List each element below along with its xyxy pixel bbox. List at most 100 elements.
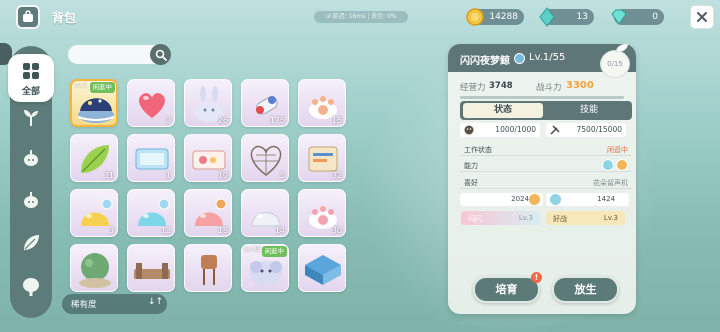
like-label: 喜好	[464, 179, 478, 187]
inventory-item-yellow-slime[interactable]: 3	[70, 189, 118, 237]
fire-icon	[529, 194, 540, 205]
leaf-decoration-icon	[615, 43, 629, 53]
inventory-item-clear-slime[interactable]: 14	[241, 189, 289, 237]
mood-meter: 1000/1000	[460, 123, 540, 137]
like-row: 喜好 花朵留声机	[460, 175, 632, 189]
blue-tile-icon	[305, 255, 341, 285]
close-icon	[697, 12, 707, 22]
item-count: 3	[108, 226, 114, 235]
item-count: 2	[165, 116, 171, 125]
inventory-item-heart-item[interactable]: 2	[127, 79, 175, 127]
mood-value: 1000/1000	[495, 125, 536, 134]
sort-label: 稀有度	[71, 300, 97, 310]
work-label: 工作状态	[464, 146, 492, 154]
inventory-item-crystal-bunny[interactable]: 26	[184, 79, 232, 127]
progress-badge: 0/15	[600, 50, 630, 78]
page-title: 背包	[52, 11, 77, 25]
inventory-item-blue-ticket[interactable]: 1	[127, 134, 175, 182]
item-count: 18	[217, 226, 228, 235]
mood-icon	[464, 125, 474, 135]
skill-box-2[interactable]: 好战 Lv.3	[546, 211, 625, 225]
close-button[interactable]	[690, 5, 714, 29]
fire-ability-icon[interactable]	[616, 159, 628, 171]
bag-icon[interactable]	[16, 5, 40, 29]
crystal-value: 13	[576, 12, 588, 22]
bulb-icon[interactable]	[20, 147, 42, 169]
gem-value: 0	[652, 12, 658, 22]
inventory-item-green-leaf[interactable]: 31	[70, 134, 118, 182]
inventory-item-potion-bottle[interactable]: 175	[241, 79, 289, 127]
coin-icon	[466, 8, 484, 26]
pet-name: 闪闪夜梦鲸	[460, 56, 510, 67]
search-input[interactable]	[76, 48, 146, 61]
skill2-label: 好战	[553, 215, 567, 223]
sprout-icon[interactable]	[20, 106, 42, 128]
coin-counter: 14288	[466, 8, 524, 26]
ability-label: 能力	[464, 162, 478, 170]
pet-stats: 经营力 3748 战斗力 3300	[460, 80, 628, 95]
bed-frame-icon	[134, 263, 170, 279]
sort-rarity-button[interactable]: 稀有度 ↓↑	[62, 294, 167, 314]
item-level: Lv.1	[74, 81, 88, 89]
exp-value: 3748	[489, 81, 513, 91]
inventory-item-flower-ticket[interactable]: 10	[184, 134, 232, 182]
water-tower-icon	[201, 255, 217, 285]
detail-tabs: 状态 技能	[460, 101, 632, 120]
inventory-item-night-island[interactable]: Lv.1 闲逛中	[70, 79, 118, 127]
inventory-item-round-tree[interactable]	[70, 244, 118, 292]
ability-row: 能力	[460, 158, 632, 172]
water-ability-icon[interactable]	[602, 159, 614, 171]
divider	[460, 96, 624, 99]
coin-value: 14288	[489, 12, 518, 22]
inventory-item-blue-slime[interactable]: 12	[127, 189, 175, 237]
network-info: ul 延迟: 16ms | 丢包: 0%	[314, 11, 408, 23]
inventory-item-scroll-pack[interactable]: 32	[298, 134, 346, 182]
category-all[interactable]: 全部	[8, 54, 54, 102]
work-status-row: 工作状态 闲逛中	[460, 142, 632, 156]
grid-icon	[23, 63, 39, 79]
item-count: 26	[217, 116, 228, 125]
gem-counter: 0	[611, 9, 664, 25]
inventory-item-pink-slime[interactable]: 18	[184, 189, 232, 237]
tab-status[interactable]: 状态	[463, 103, 543, 118]
skill1-label: 闪闪	[468, 215, 482, 223]
detail-panel: 闪闪夜梦鲸 Lv.1/55 经营力 3748 战斗力 3300 状态 技能 10…	[448, 44, 636, 314]
release-button[interactable]: 放生	[552, 276, 619, 303]
exp-label: 经营力	[460, 83, 486, 93]
search-button[interactable]	[150, 44, 171, 65]
energy-value: 7500/15000	[576, 125, 622, 134]
tab-skills[interactable]: 技能	[546, 101, 632, 120]
cultivate-button[interactable]: 培育	[473, 276, 540, 303]
tools-icon	[550, 125, 560, 135]
bulb-icon[interactable]	[20, 189, 42, 211]
inventory-item-bed-frame[interactable]	[127, 244, 175, 292]
energy-meter: 7500/15000	[546, 123, 626, 137]
notice-badge: !	[531, 272, 542, 283]
crystal-counter: 13	[539, 7, 594, 27]
work-value: 闲逛中	[607, 146, 628, 154]
item-count: 12	[160, 226, 171, 235]
like-value: 花朵留声机	[593, 179, 628, 187]
item-count: 32	[331, 171, 342, 180]
skill2-level: Lv.3	[603, 214, 618, 222]
top-bar: 背包 ul 延迟: 16ms | 丢包: 0% 14288 13 0	[0, 0, 720, 34]
leaf-icon[interactable]	[20, 232, 42, 254]
inventory-item-paw-cushion[interactable]: 16	[298, 79, 346, 127]
status-badge: 闲逛中	[89, 82, 115, 93]
inventory-item-blue-tile[interactable]	[298, 244, 346, 292]
status-badge: 闲逛中	[261, 246, 287, 257]
inventory-item-paw-cushion-2[interactable]: 30	[298, 189, 346, 237]
inventory-item-elephant[interactable]: Lv.45 闲逛中	[241, 244, 289, 292]
tree-icon[interactable]	[20, 276, 42, 298]
skill-box-1[interactable]: 闪闪 Lv.3	[461, 211, 540, 225]
pref-value-2: 1424	[597, 195, 615, 203]
gem-icon	[611, 9, 627, 25]
gender-icon	[514, 53, 525, 64]
inventory-item-water-tower[interactable]	[184, 244, 232, 292]
category-all-label: 全部	[21, 87, 40, 97]
item-count: 16	[331, 116, 342, 125]
power-value: 3300	[566, 80, 594, 91]
search-icon	[155, 49, 167, 61]
inventory-item-heart-net[interactable]: 5	[241, 134, 289, 182]
pref-box-1: 2024	[460, 193, 543, 206]
